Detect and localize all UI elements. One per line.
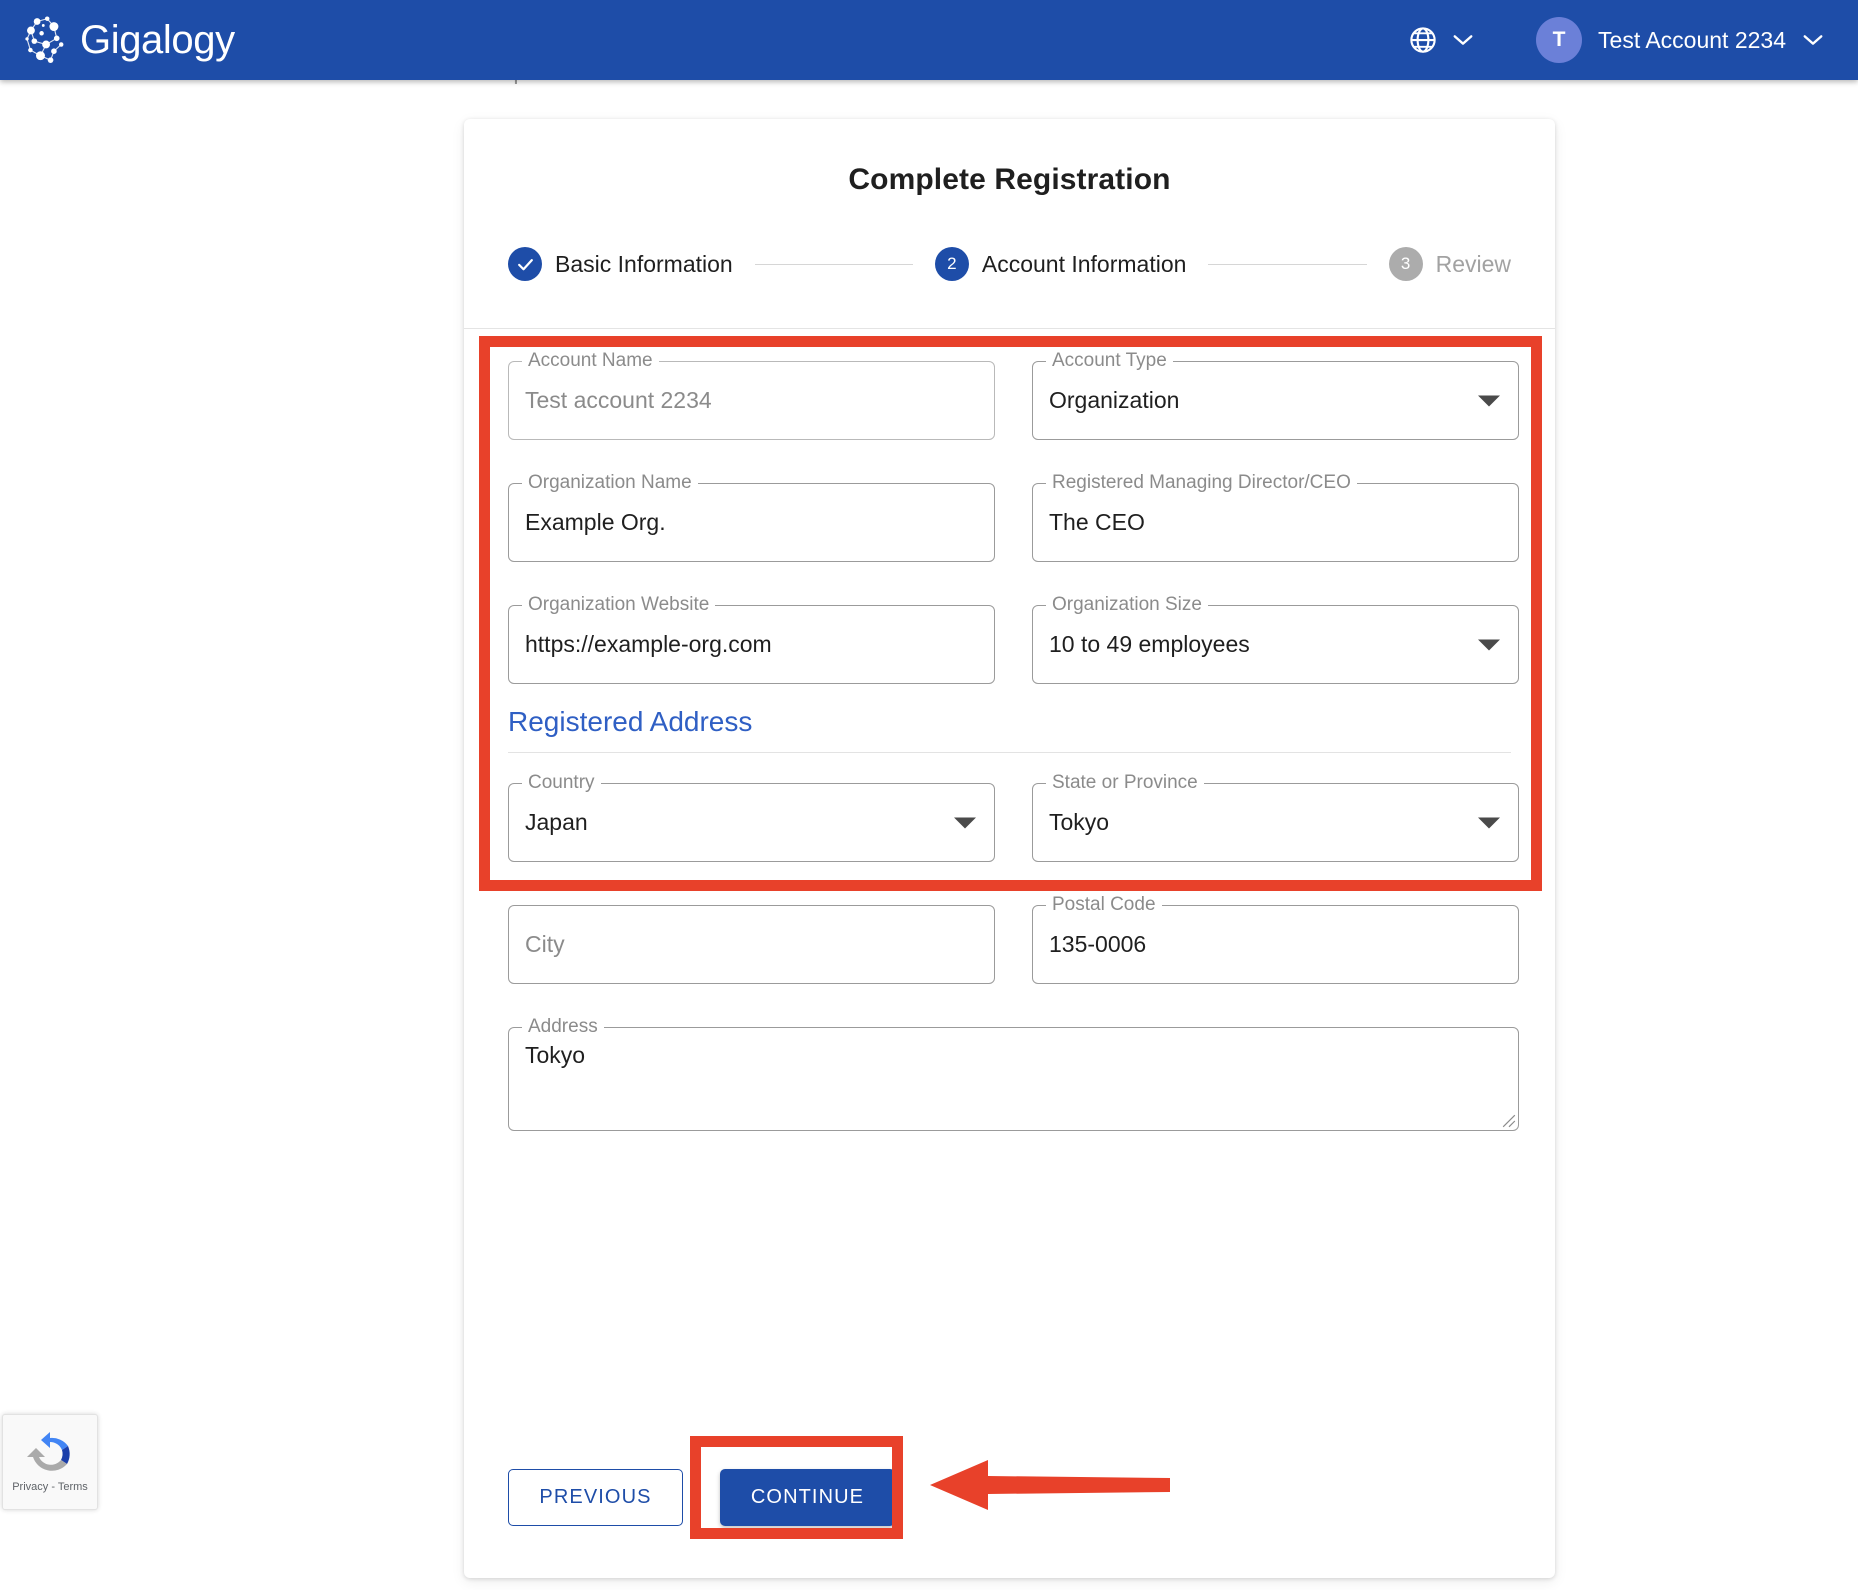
step-label-3: Review <box>1436 251 1511 278</box>
postal-code-value: 135-0006 <box>1049 933 1146 956</box>
state-or-province-select[interactable]: State or Province Tokyo <box>1032 783 1519 862</box>
city-placeholder: City <box>525 933 565 956</box>
registration-card: Complete Registration Basic Information … <box>464 119 1555 1578</box>
country-value: Japan <box>525 811 588 834</box>
section-registered-address-title: Registered Address <box>508 706 1511 738</box>
avatar: T <box>1536 17 1582 63</box>
account-menu[interactable]: T Test Account 2234 <box>1530 13 1830 67</box>
step-account-information[interactable]: 2 Account Information <box>935 247 1187 281</box>
organization-website-value: https://example-org.com <box>525 633 772 656</box>
state-or-province-value: Tokyo <box>1049 811 1109 834</box>
account-information-form: Account Name Test account 2234 Account T… <box>464 329 1555 1131</box>
previous-button[interactable]: PREVIOUS <box>508 1469 683 1526</box>
registration-stepper: Basic Information 2 Account Information … <box>508 247 1511 281</box>
field-address: Address Tokyo <box>508 1027 1519 1131</box>
row-gap-3 <box>508 883 1511 905</box>
form-row-2: Organization Name Example Org. Registere… <box>508 483 1511 562</box>
account-name-value: Test account 2234 <box>525 389 712 412</box>
field-managing-director: Registered Managing Director/CEO The CEO <box>1032 483 1519 562</box>
field-organization-size: Organization Size 10 to 49 employees <box>1032 605 1519 684</box>
field-city: City <box>508 905 995 984</box>
app-header: Gigalogy T Test Account 2234 <box>0 0 1858 80</box>
field-account-type: Account Type Organization <box>1032 361 1519 440</box>
dropdown-caret-icon <box>1478 395 1500 406</box>
managing-director-label: Registered Managing Director/CEO <box>1046 473 1357 492</box>
form-row-1: Account Name Test account 2234 Account T… <box>508 361 1511 440</box>
recaptcha-badge[interactable]: Privacy - Terms <box>2 1414 98 1510</box>
section-gap <box>508 753 1511 783</box>
managing-director-input[interactable]: Registered Managing Director/CEO The CEO <box>1032 483 1519 562</box>
header-right-controls: T Test Account 2234 <box>1398 13 1830 67</box>
organization-name-input[interactable]: Organization Name Example Org. <box>508 483 995 562</box>
account-name-label: Account Name <box>522 351 659 370</box>
address-value: Tokyo <box>525 1044 585 1067</box>
page-title: Complete Registration <box>464 163 1555 197</box>
organization-size-value: 10 to 49 employees <box>1049 633 1250 656</box>
form-row-5: City Postal Code 135-0006 <box>508 905 1511 984</box>
country-select[interactable]: Country Japan <box>508 783 995 862</box>
check-icon <box>516 255 535 274</box>
field-state-or-province: State or Province Tokyo <box>1032 783 1519 862</box>
dropdown-caret-icon <box>954 817 976 828</box>
organization-website-input[interactable]: Organization Website https://example-org… <box>508 605 995 684</box>
step-review[interactable]: 3 Review <box>1389 247 1511 281</box>
managing-director-value: The CEO <box>1049 511 1145 534</box>
country-label: Country <box>522 773 601 792</box>
address-label: Address <box>522 1017 604 1036</box>
step-connector-1 <box>755 264 913 265</box>
field-organization-website: Organization Website https://example-org… <box>508 605 995 684</box>
field-country: Country Japan <box>508 783 995 862</box>
step-connector-2 <box>1208 264 1366 265</box>
step-label-2: Account Information <box>982 251 1187 278</box>
city-input[interactable]: City <box>508 905 995 984</box>
account-type-label: Account Type <box>1046 351 1173 370</box>
brand-name: Gigalogy <box>80 20 235 60</box>
organization-website-label: Organization Website <box>522 595 715 614</box>
form-row-3: Organization Website https://example-org… <box>508 605 1511 684</box>
field-postal-code: Postal Code 135-0006 <box>1032 905 1519 984</box>
form-row-6: Address Tokyo <box>508 1027 1511 1131</box>
field-account-name: Account Name Test account 2234 <box>508 361 995 440</box>
organization-name-label: Organization Name <box>522 473 698 492</box>
organization-size-label: Organization Size <box>1046 595 1208 614</box>
brand-logo[interactable]: Gigalogy <box>22 12 235 68</box>
recaptcha-privacy-terms[interactable]: Privacy - Terms <box>12 1481 88 1493</box>
dropdown-caret-icon <box>1478 639 1500 650</box>
language-selector[interactable] <box>1398 19 1484 61</box>
organization-size-select[interactable]: Organization Size 10 to 49 employees <box>1032 605 1519 684</box>
step-label-1: Basic Information <box>555 251 733 278</box>
field-organization-name: Organization Name Example Org. <box>508 483 995 562</box>
recaptcha-icon <box>26 1431 74 1479</box>
globe-icon <box>1408 25 1438 55</box>
form-row-4: Country Japan State or Province Tokyo <box>508 783 1511 862</box>
page-bottom-strip <box>0 1578 1858 1590</box>
chevron-down-icon <box>1802 33 1824 47</box>
organization-name-value: Example Org. <box>525 511 666 534</box>
postal-code-input[interactable]: Postal Code 135-0006 <box>1032 905 1519 984</box>
account-type-value: Organization <box>1049 389 1179 412</box>
account-type-select[interactable]: Account Type Organization <box>1032 361 1519 440</box>
dropdown-caret-icon <box>1478 817 1500 828</box>
step-indicator-3: 3 <box>1389 247 1423 281</box>
account-name-label: Test Account 2234 <box>1598 27 1786 54</box>
step-indicator-1 <box>508 247 542 281</box>
resize-handle-icon[interactable] <box>1502 1114 1516 1128</box>
step-basic-information[interactable]: Basic Information <box>508 247 733 281</box>
state-or-province-label: State or Province <box>1046 773 1204 792</box>
gigalogy-logo-icon <box>22 12 78 68</box>
postal-code-label: Postal Code <box>1046 895 1162 914</box>
account-name-input[interactable]: Account Name Test account 2234 <box>508 361 995 440</box>
form-footer: PREVIOUS CONTINUE <box>508 1469 895 1526</box>
row-gap-4 <box>508 1005 1511 1027</box>
chevron-down-icon <box>1452 33 1474 47</box>
address-textarea[interactable]: Address Tokyo <box>508 1027 1519 1131</box>
step-indicator-2: 2 <box>935 247 969 281</box>
continue-button[interactable]: CONTINUE <box>720 1469 895 1526</box>
